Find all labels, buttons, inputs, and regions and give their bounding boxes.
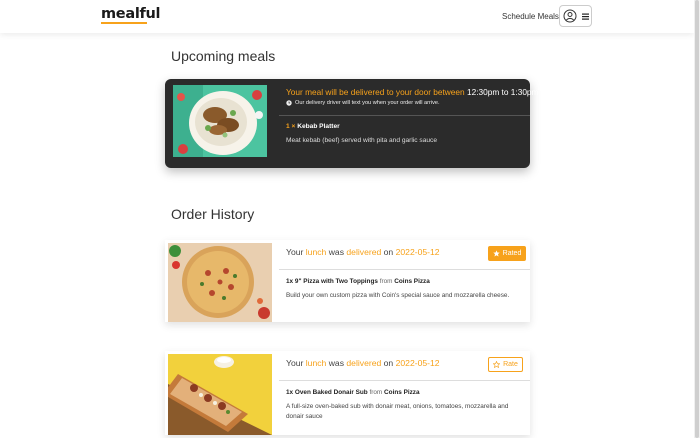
driver-note-row: Our delivery driver will text you when y… — [286, 100, 440, 106]
status-on: on — [383, 247, 394, 257]
upcoming-meals-title: Upcoming meals — [171, 48, 276, 64]
delivery-window-text: Your meal will be delivered to your door… — [286, 87, 538, 97]
upcoming-meal-card: Your meal will be delivered to your door… — [165, 79, 538, 168]
upcoming-item: 1 × Kebab Platter — [286, 123, 340, 130]
order-card: Your lunch was delivered on 2022-05-12 R… — [165, 351, 530, 435]
top-navbar: mealful Schedule Meals — [0, 0, 694, 33]
rated-label: Rated — [502, 250, 522, 257]
rate-button[interactable]: Rate — [488, 357, 523, 372]
delivery-time: 12:30pm to 1:30pm — [466, 87, 539, 97]
order-from: from — [379, 278, 393, 285]
status-prefix: Your — [286, 247, 304, 257]
order-from: from — [369, 389, 383, 396]
upcoming-divider — [279, 115, 530, 116]
clock-icon — [286, 100, 292, 106]
order-item-name: 1x 9" Pizza with Two Toppings — [286, 278, 378, 285]
order-status: Your lunch was delivered on 2022-05-12 — [286, 247, 440, 257]
user-circle-icon — [563, 9, 577, 23]
hamburger-menu-icon — [582, 13, 589, 20]
delivery-prefix: Your meal will be delivered to your door… — [286, 87, 465, 97]
logo-underline — [101, 22, 147, 24]
driver-note: Our delivery driver will text you when y… — [295, 100, 440, 106]
status-date: 2022-05-12 — [395, 358, 440, 368]
status-date: 2022-05-12 — [395, 247, 440, 257]
order-restaurant: Coins Pizza — [384, 389, 420, 396]
status-was: was — [328, 247, 344, 257]
order-item-name: 1x Oven Baked Donair Sub — [286, 389, 368, 396]
order-divider — [279, 380, 530, 381]
order-restaurant: Coins Pizza — [394, 278, 430, 285]
rate-label: Rate — [503, 361, 518, 368]
star-outline-icon — [493, 361, 501, 368]
donair-sub-image — [168, 354, 272, 435]
status-meal: lunch — [305, 247, 327, 257]
upcoming-item-desc: Meat kebab (beef) served with pita and g… — [286, 137, 438, 144]
upcoming-item-name: Kebab Platter — [297, 123, 340, 130]
status-prefix: Your — [286, 358, 304, 368]
scrollbar-thumb[interactable] — [695, 0, 699, 438]
status-on: on — [383, 358, 394, 368]
order-status: Your lunch was delivered on 2022-05-12 — [286, 358, 440, 368]
order-item: 1x 9" Pizza with Two Toppings from Coins… — [286, 278, 430, 285]
mealful-logo[interactable]: mealful — [101, 6, 161, 22]
rated-button[interactable]: Rated — [488, 246, 526, 261]
order-item: 1x Oven Baked Donair Sub from Coins Pizz… — [286, 389, 420, 396]
order-card: Your lunch was delivered on 2022-05-12 R… — [165, 240, 530, 322]
status-state: delivered — [346, 358, 382, 368]
status-was: was — [328, 358, 344, 368]
order-history-title: Order History — [171, 206, 255, 222]
order-item-desc: Build your own custom pizza with Coin's … — [286, 292, 510, 299]
upcoming-item-qty: 1 × — [286, 123, 296, 130]
order-item-desc: A full-size oven-baked sub with donair m… — [286, 403, 509, 420]
status-state: delivered — [346, 247, 382, 257]
pizza-image — [168, 243, 272, 322]
page-scrollbar[interactable] — [694, 0, 700, 438]
status-meal: lunch — [305, 358, 327, 368]
user-menu-button[interactable] — [559, 5, 592, 27]
schedule-meals-link[interactable]: Schedule Meals — [502, 12, 559, 21]
order-divider — [279, 269, 530, 270]
star-icon — [492, 250, 500, 257]
kebab-platter-image — [173, 85, 267, 157]
